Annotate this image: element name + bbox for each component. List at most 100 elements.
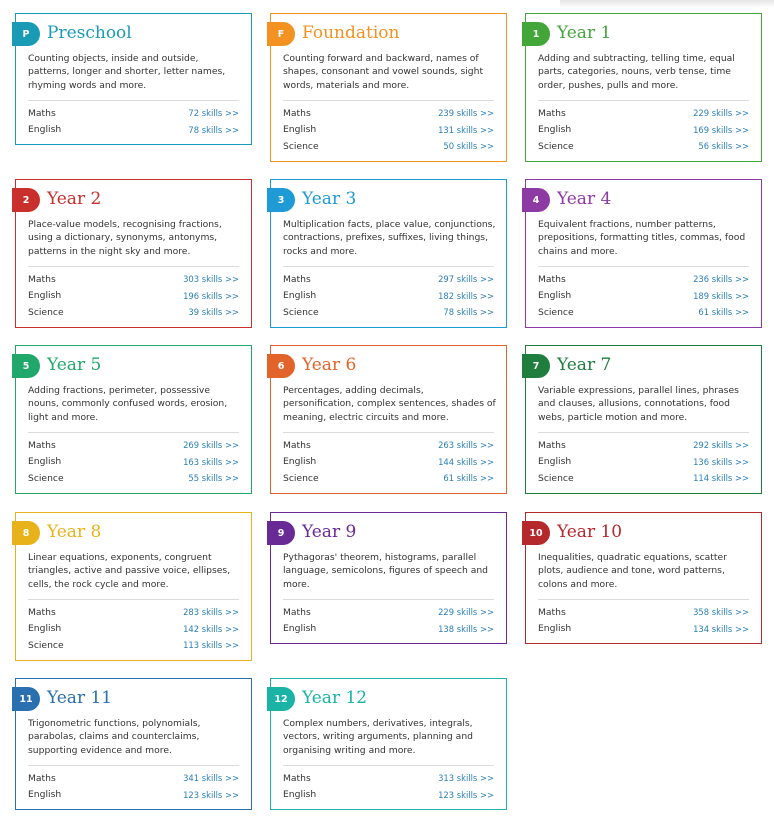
subject-name: Maths [28,772,56,784]
skills-link[interactable]: 78 skills >> [188,125,239,135]
subject-list: Maths 283 skills >> English 142 skills >> Sc… [28,604,239,654]
grade-badge: 9 [267,521,295,545]
subject-name: Science [28,472,64,484]
grade-card[interactable]: P Preschool Counting objects, inside and o… [12,13,252,145]
subject-row: Maths 269 skills >> [28,437,239,454]
skills-link[interactable]: 61 skills >> [443,473,494,483]
skills-link[interactable]: 269 skills >> [183,440,239,450]
subject-name: Maths [283,107,311,119]
subject-row: English 131 skills >> [283,122,494,139]
grade-card[interactable]: F Foundation Counting forward and backward… [267,13,507,162]
grade-card[interactable]: 5 Year 5 Adding fractions, perimeter, poss… [12,345,252,494]
grade-card[interactable]: 2 Year 2 Place-value models, recognising f… [12,179,252,328]
grade-title[interactable]: Year 8 [47,522,101,542]
skills-link[interactable]: 39 skills >> [188,307,239,317]
subject-row: Science 61 skills >> [538,304,749,321]
skills-link[interactable]: 229 skills >> [693,108,749,118]
skills-link[interactable]: 189 skills >> [693,291,749,301]
skills-link[interactable]: 163 skills >> [183,457,239,467]
subject-name: English [28,789,62,801]
grade-description: Place-value models, recognising fraction… [28,219,222,257]
skills-link[interactable]: 114 skills >> [693,473,749,483]
skills-link[interactable]: 196 skills >> [183,291,239,301]
grade-card[interactable]: 8 Year 8 Linear equations, exponents, cong… [12,512,252,661]
skills-link[interactable]: 138 skills >> [438,624,494,634]
skills-link[interactable]: 283 skills >> [183,607,239,617]
grade-card[interactable]: 7 Year 7 Variable expressions, parallel li… [522,345,762,494]
subject-name: Science [28,306,64,318]
subject-name: Maths [28,439,56,451]
grade-card[interactable]: 1 Year 1 Adding and subtracting, telling t… [522,13,762,162]
grade-title[interactable]: Year 5 [47,355,101,375]
grade-title[interactable]: Year 4 [557,189,611,209]
skills-link[interactable]: 297 skills >> [438,274,494,284]
grade-title[interactable]: Year 2 [47,189,101,209]
skills-link[interactable]: 134 skills >> [693,624,749,634]
skills-link[interactable]: 56 skills >> [698,141,749,151]
grade-title[interactable]: Year 3 [302,189,356,209]
skills-link[interactable]: 144 skills >> [438,457,494,467]
subject-row: Maths 72 skills >> [28,105,239,122]
skills-link[interactable]: 61 skills >> [698,307,749,317]
subject-row: Maths 229 skills >> [538,105,749,122]
subject-name: English [28,124,62,136]
skills-link[interactable]: 123 skills >> [438,790,494,800]
skills-link[interactable]: 239 skills >> [438,108,494,118]
skills-link[interactable]: 182 skills >> [438,291,494,301]
grade-card[interactable]: 10 Year 10 Inequalities, quadratic equatio… [522,512,762,644]
subject-name: Science [283,472,319,484]
skills-link[interactable]: 123 skills >> [183,790,239,800]
subject-name: Maths [538,107,566,119]
subject-list: Maths 297 skills >> English 182 skills >> Sc… [283,271,494,321]
subject-name: English [28,456,62,468]
grade-title[interactable]: Year 9 [302,522,356,542]
grade-title[interactable]: Preschool [47,23,132,43]
skills-link[interactable]: 263 skills >> [438,440,494,450]
subject-name: English [28,623,62,635]
grade-title[interactable]: Year 11 [47,688,112,708]
grade-title[interactable]: Year 1 [557,23,611,43]
skills-link[interactable]: 169 skills >> [693,125,749,135]
skills-link[interactable]: 55 skills >> [188,473,239,483]
grade-card[interactable]: 9 Year 9 Pythagoras' theorem, histograms, … [267,512,507,644]
skills-link[interactable]: 50 skills >> [443,141,494,151]
grade-title[interactable]: Year 6 [302,355,356,375]
skills-link[interactable]: 142 skills >> [183,624,239,634]
skills-link[interactable]: 72 skills >> [188,108,239,118]
skills-link[interactable]: 303 skills >> [183,274,239,284]
grade-badge: F [267,22,295,46]
divider [538,599,749,600]
subject-row: Science 114 skills >> [538,470,749,487]
skills-link[interactable]: 113 skills >> [183,640,239,650]
subject-name: Maths [28,107,56,119]
skills-link[interactable]: 236 skills >> [693,274,749,284]
skills-link[interactable]: 78 skills >> [443,307,494,317]
grade-title[interactable]: Foundation [302,23,399,43]
grade-title[interactable]: Year 12 [302,688,367,708]
skills-link[interactable]: 313 skills >> [438,773,494,783]
grade-title[interactable]: Year 10 [557,522,622,542]
grade-card[interactable]: 11 Year 11 Trigonometric functions, polyno… [12,678,252,810]
skills-link[interactable]: 358 skills >> [693,607,749,617]
subject-name: Maths [283,772,311,784]
divider [283,266,494,267]
subject-name: Science [28,639,64,651]
subject-list: Maths 263 skills >> English 144 skills >> Sc… [283,437,494,487]
subject-row: Science 78 skills >> [283,304,494,321]
skills-link[interactable]: 341 skills >> [183,773,239,783]
grade-badge: 4 [522,188,550,212]
grade-title[interactable]: Year 7 [557,355,611,375]
skills-link[interactable]: 131 skills >> [438,125,494,135]
subject-row: Science 56 skills >> [538,138,749,155]
grade-card[interactable]: 4 Year 4 Equivalent fractions, number patt… [522,179,762,328]
grade-description: Counting forward and backward, names of … [283,53,484,91]
subject-list: Maths 358 skills >> English 134 skills >> [538,604,749,637]
grade-card[interactable]: 12 Year 12 Complex numbers, derivatives, i… [267,678,507,810]
skills-link[interactable]: 292 skills >> [693,440,749,450]
skills-link[interactable]: 136 skills >> [693,457,749,467]
grade-card[interactable]: 3 Year 3 Multiplication facts, place value… [267,179,507,328]
grade-card[interactable]: 6 Year 6 Percentages, adding decimals, per… [267,345,507,494]
skills-link[interactable]: 229 skills >> [438,607,494,617]
subject-name: English [538,290,572,302]
divider [28,765,239,766]
